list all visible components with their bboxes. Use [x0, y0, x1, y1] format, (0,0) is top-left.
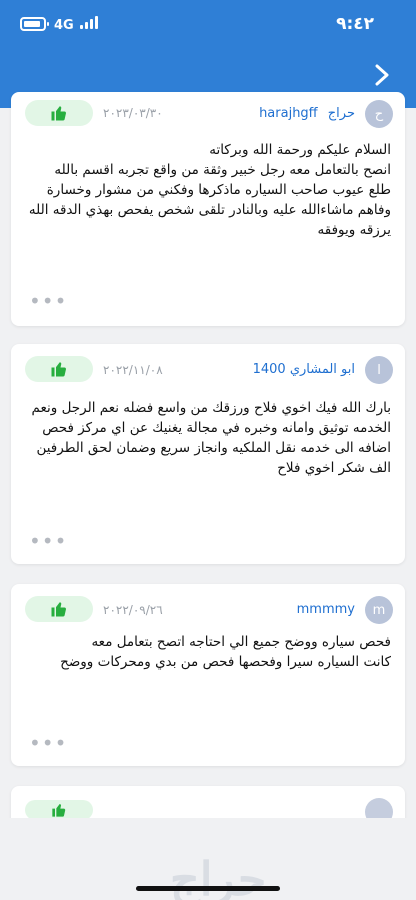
- review-line: الف شكر اخوي فلاح: [277, 460, 391, 476]
- thumbs-up-icon: [51, 602, 66, 617]
- review-date: ٢٠٢٢/١١/٠٨: [103, 363, 163, 377]
- review-line: الخدمه توثيق وامانه وخبره في مجالة يغنيك…: [42, 420, 391, 436]
- review-line: بارك الله فيك اخوي فلاح ورزقك من واسع فض…: [31, 400, 392, 416]
- review-card: ح حراج harajhgff ٢٠٢٣/٠٣/٣٠ السلام عليكم…: [11, 92, 405, 326]
- review-card: m mmmmy ٢٠٢٢/٠٩/٢٦ فحص سياره ووضح جميع ا…: [11, 584, 405, 766]
- review-user: harajhgff: [259, 106, 318, 121]
- review-date: ٢٠٢٣/٠٣/٣٠: [103, 106, 163, 120]
- like-button[interactable]: [25, 356, 93, 382]
- status-bar: 4G ٩:٤٢: [0, 0, 416, 52]
- status-time: ٩:٤٢: [336, 14, 374, 34]
- avatar: m: [365, 596, 393, 624]
- review-text: بارك الله فيك اخوي فلاح ورزقك من واسع فض…: [23, 398, 392, 478]
- like-button[interactable]: [25, 596, 93, 622]
- chevron-right-icon: [375, 64, 389, 86]
- review-username[interactable]: حراج harajhgff: [259, 106, 355, 121]
- review-line: يرزقه ويوفقه: [317, 222, 391, 238]
- more-options-icon[interactable]: •••: [29, 531, 67, 551]
- review-date: ٢٠٢٢/٠٩/٢٦: [103, 603, 163, 617]
- review-line: فحص سياره ووضح جميع الي احتاجه اتصح بتعا…: [91, 634, 391, 650]
- review-text: السلام عليكم ورحمة الله وبركاته انصح بال…: [23, 140, 391, 240]
- thumbs-up-icon: [51, 362, 66, 377]
- avatar: ح: [365, 100, 393, 128]
- review-card: ا ابو المشاري 1400 ٢٠٢٢/١١/٠٨ بارك الله …: [11, 344, 405, 564]
- review-line: وفاهم ماشاءالله عليه وبالنادر تلقى شخص ي…: [28, 202, 391, 218]
- like-button[interactable]: [25, 800, 93, 820]
- network-label: 4G: [54, 18, 74, 33]
- signal-icon: [80, 15, 98, 29]
- more-options-icon[interactable]: •••: [29, 733, 67, 753]
- like-button[interactable]: [25, 100, 93, 126]
- review-user[interactable]: ابو المشاري 1400: [253, 362, 355, 377]
- review-user[interactable]: mmmmy: [297, 602, 355, 617]
- battery-icon: [20, 17, 49, 31]
- more-options-icon[interactable]: •••: [29, 291, 67, 311]
- thumbs-up-icon: [52, 804, 66, 817]
- back-button[interactable]: [370, 62, 394, 88]
- review-line: اضافه الى خدمه نقل الملكيه وانجاز سريع و…: [36, 440, 391, 456]
- review-line: طلع عيوب صاحب السياره ماذكرها وفكني من م…: [46, 182, 391, 198]
- review-text: فحص سياره ووضح جميع الي احتاجه اتصح بتعا…: [23, 632, 391, 672]
- review-line: السلام عليكم ورحمة الله وبركاته: [209, 142, 391, 158]
- review-line: انصح بالتعامل معه رجل خبير وثقة من واقع …: [54, 162, 391, 178]
- home-indicator: [136, 886, 280, 891]
- review-line: كانت السياره سيرا وفحصها فحص من بدي ومحر…: [60, 654, 391, 670]
- avatar: ا: [365, 356, 393, 384]
- thumbs-up-icon: [51, 106, 66, 121]
- haraj-logo: حراج: [170, 852, 267, 900]
- review-user-sub: حراج: [327, 106, 355, 121]
